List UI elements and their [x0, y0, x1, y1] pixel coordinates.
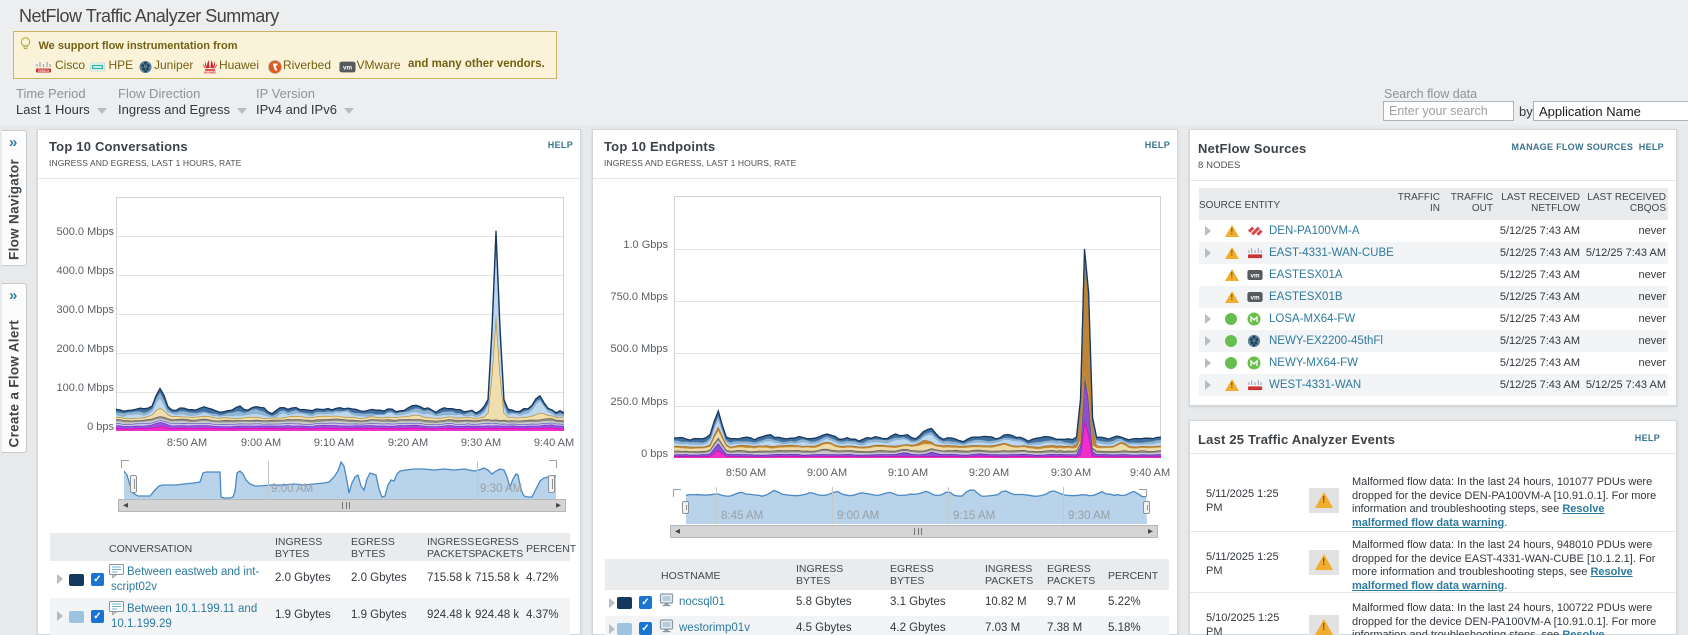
svg-text:vm: vm: [1250, 273, 1260, 280]
svg-text:vm: vm: [1250, 295, 1260, 302]
svg-text:vm: vm: [343, 65, 352, 72]
svg-text:CISCO: CISCO: [38, 69, 49, 73]
svg-text:HUAWEI: HUAWEI: [204, 71, 216, 74]
